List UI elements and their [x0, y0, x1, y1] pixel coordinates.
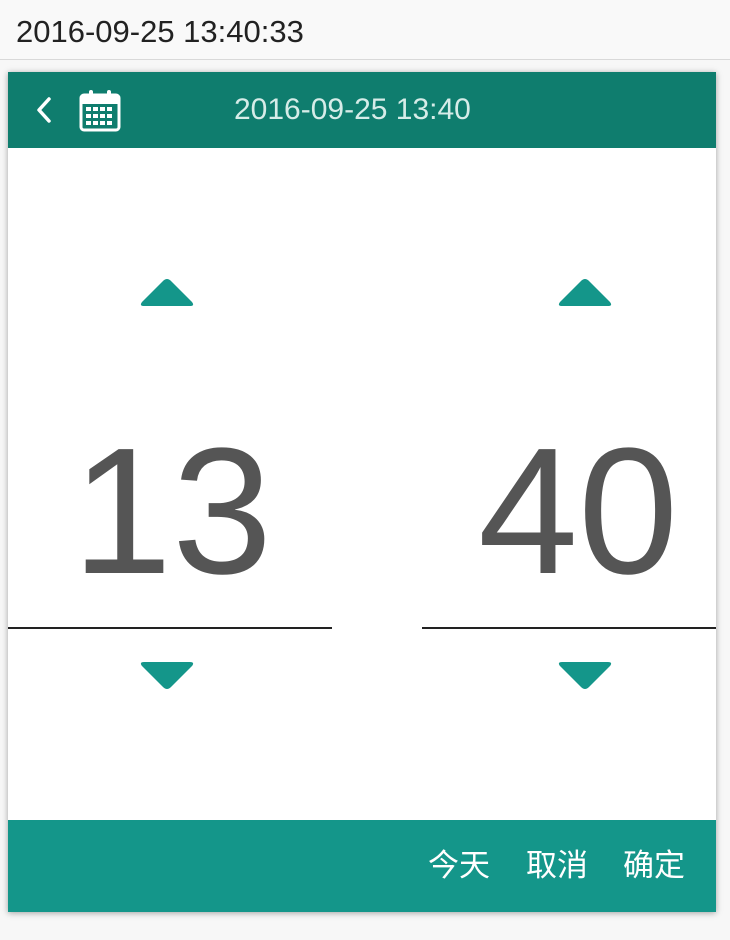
picker-footer: 今天 取消 确定: [8, 820, 716, 912]
calendar-icon: [79, 90, 121, 132]
caret-down-icon: [558, 662, 612, 689]
picker-header-title[interactable]: 2016-09-25 13:40: [234, 90, 471, 130]
caret-up-icon: [558, 279, 612, 306]
caret-up-icon: [140, 279, 194, 306]
minute-value: 40: [478, 411, 679, 612]
today-button[interactable]: 今天: [428, 846, 490, 886]
minute-underline: [422, 627, 716, 629]
calendar-button[interactable]: [78, 88, 122, 132]
datetime-input-value: 2016-09-25 13:40:33: [16, 14, 304, 49]
minute-column: 40: [422, 148, 716, 820]
hour-underline: [8, 627, 332, 629]
minute-decrement-button[interactable]: [556, 658, 614, 692]
cancel-button[interactable]: 取消: [526, 846, 588, 886]
minute-increment-button[interactable]: [556, 276, 614, 310]
hour-increment-button[interactable]: [138, 276, 196, 310]
caret-down-icon: [140, 662, 194, 689]
back-button[interactable]: [30, 92, 60, 128]
hour-decrement-button[interactable]: [138, 658, 196, 692]
hour-value: 13: [72, 411, 273, 612]
datetime-input[interactable]: 2016-09-25 13:40:33: [0, 0, 730, 60]
picker-header: 2016-09-25 13:40: [8, 72, 716, 148]
time-picker-dialog: 2016-09-25 13:40 13 40 今天 取消 确定: [8, 72, 716, 912]
hour-column: 13: [8, 148, 332, 820]
chevron-left-icon: [37, 97, 51, 123]
confirm-button[interactable]: 确定: [623, 846, 685, 886]
